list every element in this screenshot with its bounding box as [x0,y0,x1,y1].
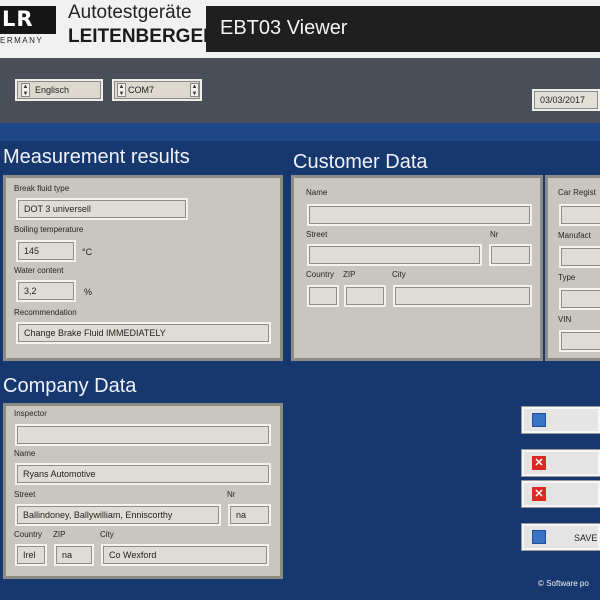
delete-button-2[interactable]: ✕ [522,481,600,507]
company-name-field[interactable]: Ryans Automotive [15,463,271,485]
car-type-field[interactable] [559,288,600,310]
open-button[interactable] [522,407,600,433]
brake-fluid-label: Break fluid type [14,184,70,193]
customer-city-field[interactable] [393,285,532,307]
company-nr-label: Nr [227,490,236,499]
car-vin-field[interactable] [559,330,600,352]
customer-street-field[interactable] [307,244,482,266]
toolbar: ▲ ▼ Englisch ▲ ▼ COM7 ▲ ▼ 03/03/2017 [0,58,600,123]
customer-name-field[interactable] [307,204,532,226]
title-bar: EBT03 Viewer [206,6,600,52]
port-value: COM7 [128,85,155,95]
document-icon [532,530,546,544]
brand-logo: LR [0,6,56,34]
company-country-label: Country [14,530,43,539]
water-content-label: Water content [14,266,64,275]
close-icon: ✕ [532,487,546,501]
date-field[interactable]: 03/03/2017 [532,89,600,111]
footer-copyright: © Software po [538,579,589,588]
boiling-temperature-label: Boiling temperature [14,225,84,234]
customer-title: Customer Data [293,151,428,173]
save-button[interactable]: SAVE [522,524,600,550]
save-label: SAVE [574,533,598,543]
port-select[interactable]: ▲ ▼ COM7 ▲ ▼ [112,79,202,101]
measurement-panel: Break fluid type DOT 3 universell Boilin… [3,175,283,361]
header: LR ERMANY Autotestgeräte LEITENBERGER EB… [0,0,600,58]
top-strip [0,123,600,141]
customer-street-label: Street [306,230,328,239]
spinner-icon[interactable]: ▲ ▼ [21,83,30,97]
company-panel: Inspector Name Ryans Automotive Street B… [3,403,283,579]
brand-name-line1: Autotestgeräte [68,2,192,23]
company-city-field[interactable]: Co Wexford [101,544,269,566]
car-manufacturer-label: Manufact [558,231,591,240]
inspector-label: Inspector [14,409,47,418]
customer-zip-label: ZIP [343,270,356,279]
company-street-field[interactable]: Ballindoney, Ballywilliam, Enniscorthy [15,504,221,526]
company-country-field[interactable]: Irel [15,544,47,566]
water-unit: % [84,287,93,297]
close-icon: ✕ [532,456,546,470]
car-registration-field[interactable] [559,204,600,226]
car-panel: Car Regist Manufact Type VIN [545,175,600,361]
customer-nr-label: Nr [490,230,499,239]
company-zip-label: ZIP [53,530,66,539]
inspector-field[interactable] [15,424,271,446]
company-nr-field[interactable]: na [228,504,271,526]
spinner-icon[interactable]: ▲ ▼ [117,83,126,97]
company-name-label: Name [14,449,36,458]
company-title: Company Data [3,375,137,397]
customer-nr-field[interactable] [489,244,532,266]
boiling-temperature-field[interactable]: 145 [16,240,76,262]
spinner-icon[interactable]: ▲ ▼ [190,83,199,97]
customer-city-label: City [392,270,406,279]
measurement-title: Measurement results [3,146,190,168]
language-value: Englisch [35,85,70,95]
water-content-field[interactable]: 3,2 [16,280,76,302]
main-panel: Measurement results Break fluid type DOT… [0,123,600,600]
customer-zip-field[interactable] [344,285,386,307]
customer-country-label: Country [306,270,335,279]
car-vin-label: VIN [558,315,572,324]
app-title: EBT03 Viewer [220,17,348,39]
car-registration-label: Car Regist [558,188,596,197]
car-manufacturer-field[interactable] [559,246,600,268]
brand-name-line2: LEITENBERGER [68,26,217,47]
logo-text: LR [2,7,34,31]
company-city-label: City [100,530,114,539]
car-type-label: Type [558,273,576,282]
brand-country: ERMANY [0,36,44,45]
recommendation-field[interactable]: Change Brake Fluid IMMEDIATELY [16,322,271,344]
customer-country-field[interactable] [307,285,339,307]
document-icon [532,413,546,427]
boiling-unit: °C [82,247,93,257]
customer-name-label: Name [306,188,328,197]
delete-button[interactable]: ✕ [522,450,600,476]
language-select[interactable]: ▲ ▼ Englisch [15,79,103,101]
company-street-label: Street [14,490,36,499]
brake-fluid-field[interactable]: DOT 3 universell [16,198,188,220]
company-zip-field[interactable]: na [54,544,94,566]
customer-panel: Name Street Nr Country ZIP City [291,175,543,361]
recommendation-label: Recommendation [14,308,77,317]
